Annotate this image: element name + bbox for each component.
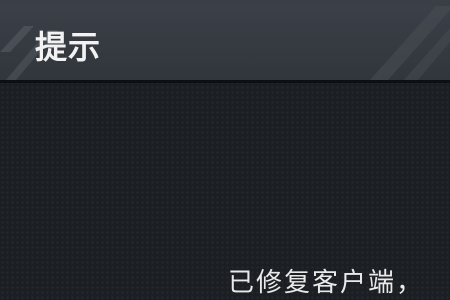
- header-divider: [0, 80, 450, 83]
- dialog-title: 提示: [35, 28, 102, 66]
- prompt-dialog: 提示 已修复客户端，: [0, 0, 450, 300]
- dialog-message: 已修复客户端，: [228, 268, 425, 298]
- dialog-header: 提示: [0, 6, 450, 80]
